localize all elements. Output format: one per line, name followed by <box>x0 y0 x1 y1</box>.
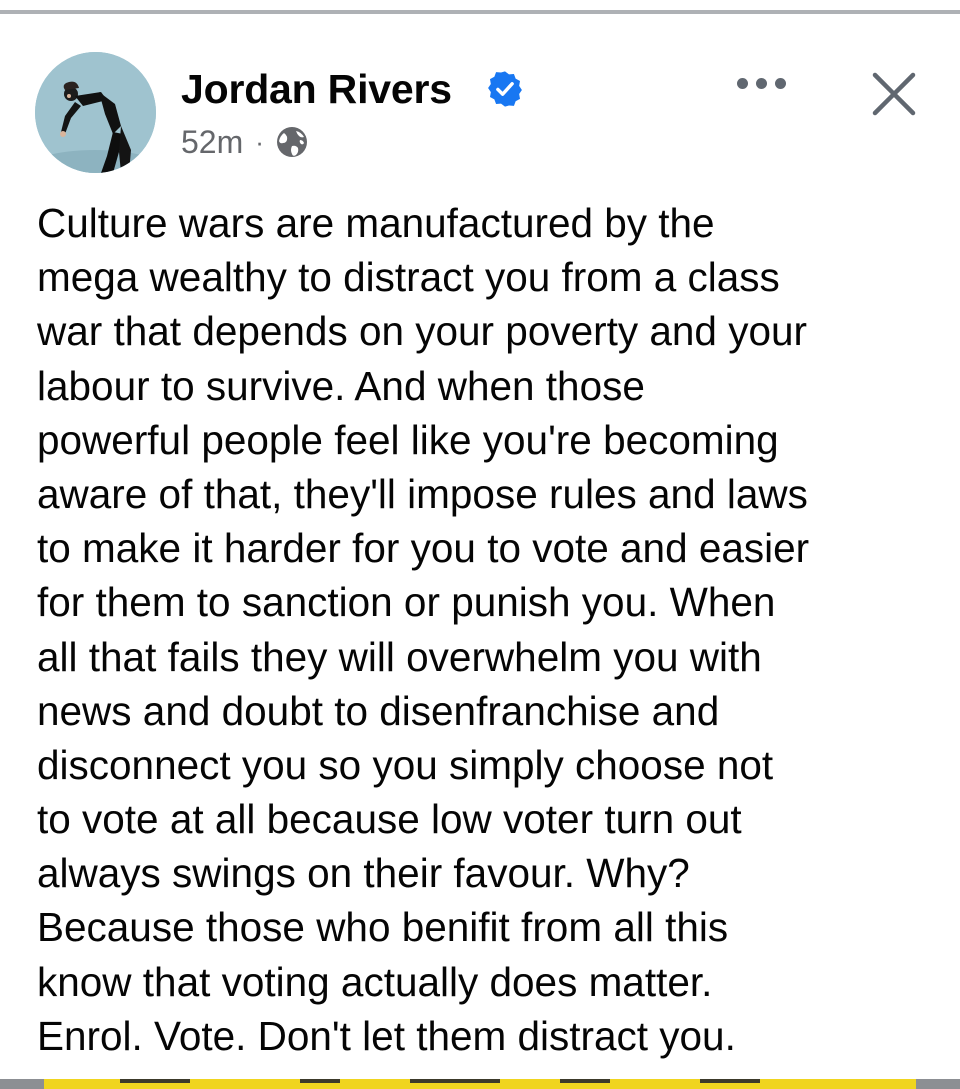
verified-badge-icon <box>488 71 522 107</box>
post-text-line: know that voting actually does matter. <box>37 958 713 1005</box>
post-text-line: Enrol. Vote. Don't let them distract you… <box>37 1012 736 1059</box>
close-button[interactable] <box>866 66 922 122</box>
globe-icon[interactable] <box>274 124 310 160</box>
post-timestamp[interactable]: 52m <box>181 124 243 161</box>
post-text-line: Culture wars are manufactured by the <box>37 200 715 246</box>
post-text-line: powerful people feel like you're becomin… <box>37 416 779 463</box>
author-avatar[interactable] <box>35 52 156 173</box>
post-body-text: Culture wars are manufactured by the meg… <box>37 196 937 1063</box>
more-horizontal-icon <box>736 77 748 89</box>
post-text-line: aware of that, they'll impose rules and … <box>37 470 808 517</box>
preview-mark <box>560 1079 610 1083</box>
close-icon <box>872 72 916 116</box>
post-text-line: labour to survive. And when those <box>37 362 645 409</box>
post-meta: 52m · <box>181 122 310 162</box>
post-text-line: to make it harder for you to vote and ea… <box>37 525 810 572</box>
more-options-button[interactable] <box>730 68 792 98</box>
post-text-line: to vote at all because low voter turn ou… <box>37 796 742 843</box>
more-dot <box>755 77 767 89</box>
next-post-preview <box>0 1074 960 1089</box>
author-name[interactable]: Jordan Rivers <box>181 66 452 113</box>
top-divider <box>0 0 960 14</box>
preview-mark <box>120 1079 190 1083</box>
post-text-line: mega wealthy to distract you from a clas… <box>37 254 780 301</box>
post-text-line: all that fails they will overwhelm you w… <box>37 633 762 680</box>
avatar-photo <box>35 52 156 173</box>
post-text-line: news and doubt to disenfranchise and <box>37 687 720 734</box>
preview-mark <box>700 1079 760 1083</box>
post-text-line: for them to sanction or punish you. When <box>37 579 776 626</box>
post-text-line: always swings on their favour. Why? <box>37 850 690 897</box>
meta-separator: · <box>255 126 264 157</box>
preview-mark <box>300 1079 340 1083</box>
post-card: Jordan Rivers 52m · Culture wars are man… <box>0 14 960 1074</box>
post-text-line: Because those who benifit from all this <box>37 904 729 951</box>
post-text-line: war that depends on your poverty and you… <box>37 308 807 355</box>
more-dot <box>774 77 786 89</box>
post-text-line: disconnect you so you simply choose not <box>37 741 774 788</box>
preview-mark <box>410 1079 500 1083</box>
